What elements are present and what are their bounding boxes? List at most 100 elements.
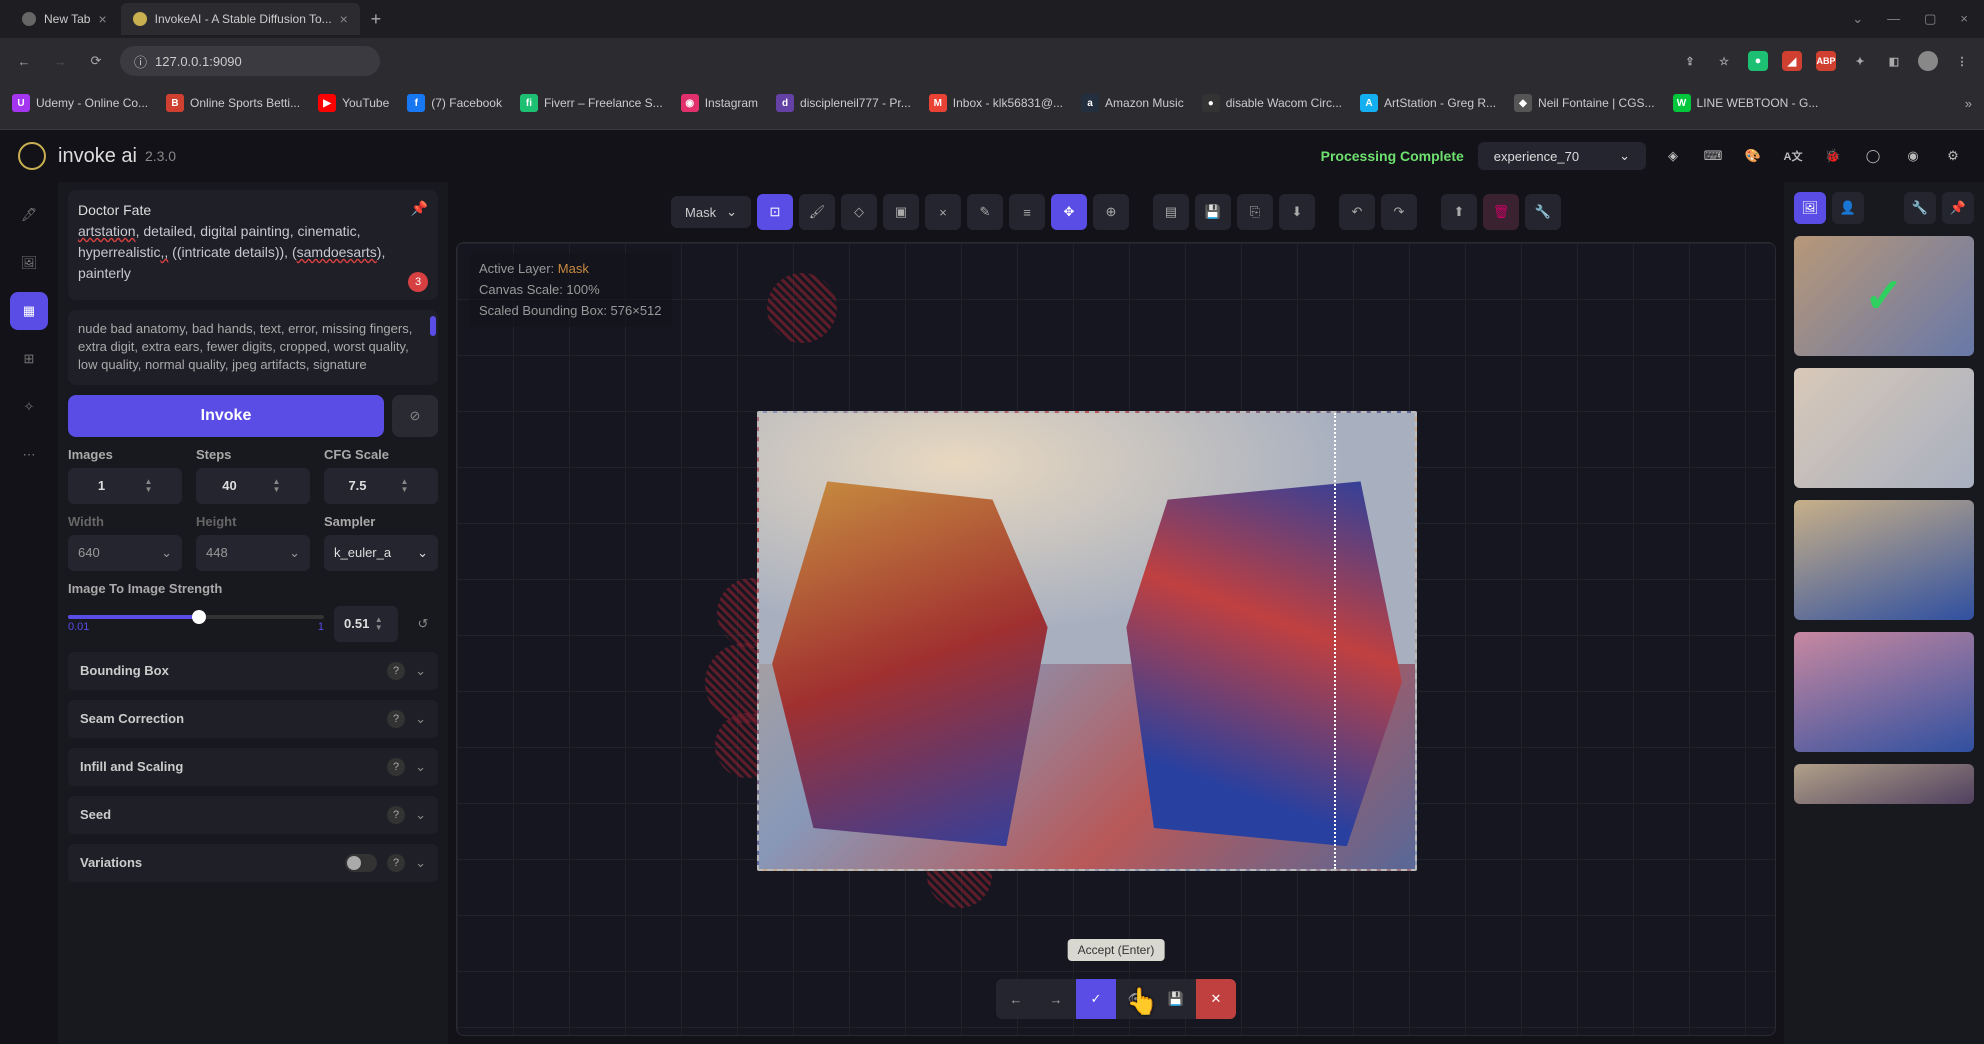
sidepanel-icon[interactable]: ◧	[1884, 51, 1904, 71]
pin-icon[interactable]: 📌	[411, 198, 428, 219]
generated-image[interactable]	[757, 411, 1417, 871]
clear-tool[interactable]: ×	[925, 194, 961, 230]
canvas-viewport[interactable]: Active Layer: Mask Canvas Scale: 100% Sc…	[456, 242, 1776, 1036]
save-icon[interactable]: 💾	[1195, 194, 1231, 230]
extension-icon[interactable]: ABP	[1816, 51, 1836, 71]
gallery-thumbnail[interactable]	[1794, 368, 1974, 488]
steps-input[interactable]: 40▲▼	[196, 468, 310, 504]
colorpicker-tool[interactable]: ✎	[967, 194, 1003, 230]
bookmark[interactable]: ◉Instagram	[681, 94, 758, 112]
forward-button[interactable]: →	[48, 49, 72, 73]
cancel-button[interactable]: ⊘	[392, 395, 438, 437]
layers-icon[interactable]: ▤	[1153, 194, 1189, 230]
download-icon[interactable]: ⬇	[1279, 194, 1315, 230]
gallery-settings-icon[interactable]: 🔧	[1904, 192, 1936, 224]
postprocess-tab[interactable]: ✧	[10, 388, 48, 426]
model-select[interactable]: experience_70 ⌄	[1478, 142, 1646, 170]
minimize-icon[interactable]: —	[1887, 11, 1900, 27]
target-tool[interactable]: ⊕	[1093, 194, 1129, 230]
bookmark[interactable]: ddiscipleneil777 - Pr...	[776, 94, 911, 112]
redo-button[interactable]: ↷	[1381, 194, 1417, 230]
canvas-tab[interactable]: ▦	[10, 292, 48, 330]
layer-select[interactable]: Mask⌄	[671, 196, 751, 228]
help-icon[interactable]: ?	[387, 806, 405, 824]
accordion-seam-correction[interactable]: Seam Correction?⌄	[68, 700, 438, 738]
move-tool[interactable]: ⊡	[757, 194, 793, 230]
gallery-pin-icon[interactable]: 📌	[1942, 192, 1974, 224]
help-icon[interactable]: ?	[387, 758, 405, 776]
discard-button[interactable]: ✕	[1196, 979, 1236, 1019]
bookmark[interactable]: f(7) Facebook	[407, 94, 502, 112]
bookmark[interactable]: MInbox - klk56831@...	[929, 94, 1063, 112]
gallery-thumbnail[interactable]	[1794, 500, 1974, 620]
eraser-tool[interactable]: ◇	[841, 194, 877, 230]
img2img-tab[interactable]: 🖼	[10, 244, 48, 282]
next-button[interactable]: →	[1036, 979, 1076, 1019]
lines-icon[interactable]: ≡	[1009, 194, 1045, 230]
accordion-seed[interactable]: Seed?⌄	[68, 796, 438, 834]
settings-icon[interactable]: ⚙	[1940, 143, 1966, 169]
menu-icon[interactable]: ⋮	[1952, 51, 1972, 71]
reset-button[interactable]: ↺	[408, 609, 438, 639]
close-icon[interactable]: ×	[1960, 11, 1968, 27]
close-icon[interactable]: ×	[340, 11, 348, 27]
help-icon[interactable]: ?	[387, 662, 405, 680]
gallery-results-tab[interactable]: 🖼	[1794, 192, 1826, 224]
browser-tab[interactable]: InvokeAI - A Stable Diffusion To... ×	[121, 3, 360, 35]
chevron-down-icon[interactable]: ⌄	[1852, 11, 1863, 27]
gallery-thumbnail[interactable]: ✓	[1794, 236, 1974, 356]
bookmark[interactable]: UUdemy - Online Co...	[12, 94, 148, 112]
extension-icon[interactable]: ◢	[1782, 51, 1802, 71]
cfg-input[interactable]: 7.5▲▼	[324, 468, 438, 504]
profile-avatar[interactable]	[1918, 51, 1938, 71]
bookmark[interactable]: AArtStation - Greg R...	[1360, 94, 1496, 112]
cube-icon[interactable]: ◈	[1660, 143, 1686, 169]
wrench-icon[interactable]: 🔧	[1525, 194, 1561, 230]
extensions-menu-icon[interactable]: ✦	[1850, 51, 1870, 71]
gallery-user-tab[interactable]: 👤	[1832, 192, 1864, 224]
spinner-icon[interactable]: ▲▼	[125, 478, 172, 494]
spinner-icon[interactable]: ▲▼	[381, 478, 428, 494]
close-icon[interactable]: ×	[98, 11, 106, 27]
expand-tool[interactable]: ✥	[1051, 194, 1087, 230]
width-select[interactable]: 640⌄	[68, 535, 182, 571]
github-icon[interactable]: ◯	[1860, 143, 1886, 169]
extension-icon[interactable]: ●	[1748, 51, 1768, 71]
help-icon[interactable]: ?	[387, 710, 405, 728]
back-button[interactable]: ←	[12, 49, 36, 73]
bookmark[interactable]: ◆Neil Fontaine | CGS...	[1514, 94, 1655, 112]
images-input[interactable]: 1▲▼	[68, 468, 182, 504]
bug-icon[interactable]: 🐞	[1820, 143, 1846, 169]
negative-prompt-input[interactable]: nude bad anatomy, bad hands, text, error…	[68, 310, 438, 385]
browser-tab[interactable]: New Tab ×	[10, 3, 119, 35]
accordion-infill-scaling[interactable]: Infill and Scaling?⌄	[68, 748, 438, 786]
prompt-input[interactable]: Doctor Fate artstation, detailed, digita…	[68, 190, 438, 300]
bookmark[interactable]: BOnline Sports Betti...	[166, 94, 300, 112]
bookmark[interactable]: WLINE WEBTOON - G...	[1673, 94, 1819, 112]
gallery-thumbnail[interactable]	[1794, 632, 1974, 752]
fill-tool[interactable]: ▣	[883, 194, 919, 230]
keyboard-icon[interactable]: ⌨	[1700, 143, 1726, 169]
bookmark[interactable]: aAmazon Music	[1081, 94, 1184, 112]
bookmark-icon[interactable]: ☆	[1714, 51, 1734, 71]
txt2img-tab[interactable]: 🖋	[10, 196, 48, 234]
sampler-select[interactable]: k_euler_a⌄	[324, 535, 438, 571]
accordion-variations[interactable]: Variations?⌄	[68, 844, 438, 882]
invoke-button[interactable]: Invoke	[68, 395, 384, 437]
bookmarks-overflow-icon[interactable]: »	[1965, 96, 1972, 111]
nodes-tab[interactable]: ⊞	[10, 340, 48, 378]
accept-button[interactable]: ✓	[1076, 979, 1116, 1019]
help-icon[interactable]: ?	[387, 854, 405, 872]
bookmark[interactable]: ▶YouTube	[318, 94, 389, 112]
scrollbar[interactable]	[430, 316, 436, 336]
i2i-slider[interactable]	[68, 615, 324, 619]
i2i-value-input[interactable]: 0.51▲▼	[334, 606, 398, 642]
undo-button[interactable]: ↶	[1339, 194, 1375, 230]
save-staging-button[interactable]: 💾	[1156, 979, 1196, 1019]
spinner-icon[interactable]: ▲▼	[253, 478, 300, 494]
toggle-visibility-button[interactable]: 👁	[1116, 979, 1156, 1019]
bookmark[interactable]: fiFiverr – Freelance S...	[520, 94, 663, 112]
delete-button[interactable]: 🗑	[1483, 194, 1519, 230]
accordion-bounding-box[interactable]: Bounding Box?⌄	[68, 652, 438, 690]
gallery-thumbnail[interactable]	[1794, 764, 1974, 804]
